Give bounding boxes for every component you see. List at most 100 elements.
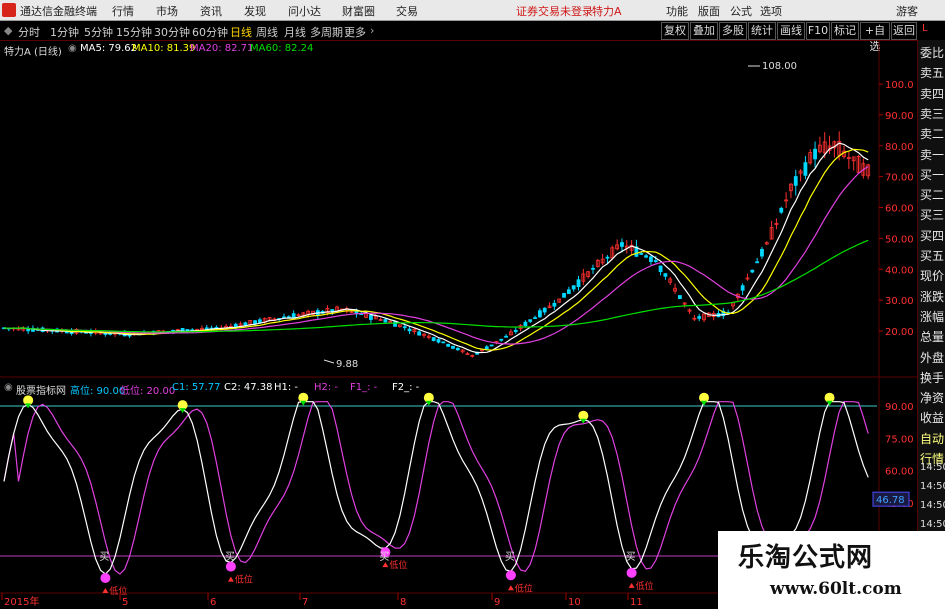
sidebar-label: 卖三: [920, 106, 945, 121]
candle-body: [455, 347, 460, 351]
watermark-title: 乐淘公式网: [738, 543, 874, 573]
candle-body: [755, 261, 760, 264]
candle-body: [740, 285, 745, 291]
candle-body: [663, 273, 668, 277]
low-zone-label: 低位: [515, 582, 533, 594]
buy-arrow-icon: [628, 582, 635, 588]
time-label: 14:50: [920, 481, 945, 492]
candle-body: [576, 279, 581, 288]
sidebar-label[interactable]: 自动: [920, 430, 945, 447]
date-axis-label: 8: [400, 597, 406, 608]
candle-body: [620, 242, 624, 247]
candle-body: [402, 326, 407, 329]
sidebar-label: 买五: [920, 249, 945, 263]
current-value-text: 46.78: [876, 495, 905, 506]
candle-body: [291, 313, 296, 319]
low-price-label: 9.88: [336, 359, 358, 370]
candle-body: [383, 319, 388, 323]
candle-body: [571, 285, 576, 290]
date-axis-label: 10: [568, 597, 581, 608]
time-label: 14:50: [920, 462, 945, 473]
candle-body: [204, 327, 209, 330]
candle-body: [513, 329, 518, 333]
buy-arrow-icon: [227, 576, 234, 582]
sidebar-label: 现价: [920, 269, 945, 284]
candle-body: [451, 345, 455, 349]
price-axis-label: 20.00: [885, 327, 914, 338]
candle-body: [499, 338, 504, 341]
candle-body: [779, 207, 784, 213]
candle-body: [417, 331, 422, 336]
indicator-axis-label: 75.00: [885, 434, 914, 445]
ma20-line: [3, 165, 869, 345]
high-price-label: 108.00: [762, 61, 797, 72]
candle-body: [591, 267, 595, 270]
sidebar-label: 卖四: [920, 86, 945, 101]
buy-arrow-icon: [102, 588, 109, 594]
quote-sidebar: L 委比 卖五 卖四 卖三 卖二 卖一 买一 买二 买三 买四 买五 现价 涨跌 涨幅 总量 外盘 换手 净资 收益…: [917, 23, 945, 609]
candle-body: [605, 256, 610, 259]
candle-body: [528, 319, 533, 322]
candle-body: [566, 289, 571, 294]
sell-arrow-icon: [300, 400, 307, 406]
candle-body: [257, 319, 262, 323]
candle-body: [431, 337, 436, 341]
sell-arrow-icon: [701, 400, 708, 406]
buy-label: 买: [225, 551, 235, 563]
chart-canvas[interactable]: 100.0 90.00 80.00 70.00 60.00 50.00 40.00 30.00…: [0, 0, 917, 609]
price-axis-label: 40.00: [885, 265, 914, 276]
sidebar-l-label: L: [922, 23, 928, 34]
sidebar-label: 换手: [920, 370, 945, 385]
sidebar-label: 收益: [920, 411, 945, 426]
candle-body: [504, 335, 508, 338]
price-axis-label: 100.0: [885, 80, 914, 91]
sidebar-label: 涨幅: [920, 309, 945, 324]
candle-body: [542, 307, 547, 313]
sidebar-label: 涨跌: [920, 289, 945, 304]
date-axis-label: 6: [210, 597, 216, 608]
date-axis-label: 2015年: [4, 595, 39, 608]
buy-label: 买: [379, 551, 389, 563]
price-axis-label: 60.00: [885, 204, 914, 215]
candle-body: [697, 316, 702, 319]
candle-body: [552, 302, 557, 307]
candle-body: [649, 256, 653, 262]
sidebar-label: 买四: [920, 228, 945, 243]
buy-label: 买: [626, 551, 636, 563]
sidebar-label: 委比: [920, 46, 945, 60]
sidebar-label: 卖二: [920, 127, 945, 142]
candle-body: [369, 315, 373, 320]
date-axis-label: 7: [302, 597, 308, 608]
buy-arrow-icon: [507, 585, 514, 591]
candle-body: [441, 341, 446, 344]
buy-label: 买: [505, 551, 515, 563]
price-axis-label: 90.00: [885, 111, 914, 122]
sidebar-label: 净资: [920, 391, 945, 406]
candle-body: [537, 310, 542, 318]
sidebar-label: 卖五: [920, 66, 945, 81]
candle-body: [653, 260, 658, 263]
candle-body: [436, 339, 441, 343]
sidebar-label: 外盘: [920, 350, 945, 365]
sidebar-label: 卖一: [920, 147, 945, 162]
candle-body: [523, 321, 528, 327]
ma10-line: [3, 148, 869, 351]
candle-body: [750, 269, 755, 273]
watermark-url: www.60lt.com: [770, 579, 902, 599]
buy-flower-marker: [505, 570, 516, 581]
low-price-arrow: [323, 359, 335, 364]
low-zone-label: 低位: [636, 580, 654, 592]
date-axis-label: 9: [494, 597, 500, 608]
candle-body: [658, 265, 663, 273]
price-axis-label: 80.00: [885, 142, 914, 153]
indicator-axis-label: 60.00: [885, 467, 914, 478]
candle-body: [813, 148, 817, 160]
buy-flower-marker: [100, 573, 111, 584]
sidebar-label: 买一: [920, 167, 945, 182]
candle-body: [760, 248, 764, 257]
candle-body: [407, 328, 412, 332]
candle-body: [644, 255, 648, 258]
low-zone-label: 低位: [109, 585, 127, 597]
candle-body: [639, 253, 644, 255]
date-axis-label: 5: [122, 597, 128, 608]
